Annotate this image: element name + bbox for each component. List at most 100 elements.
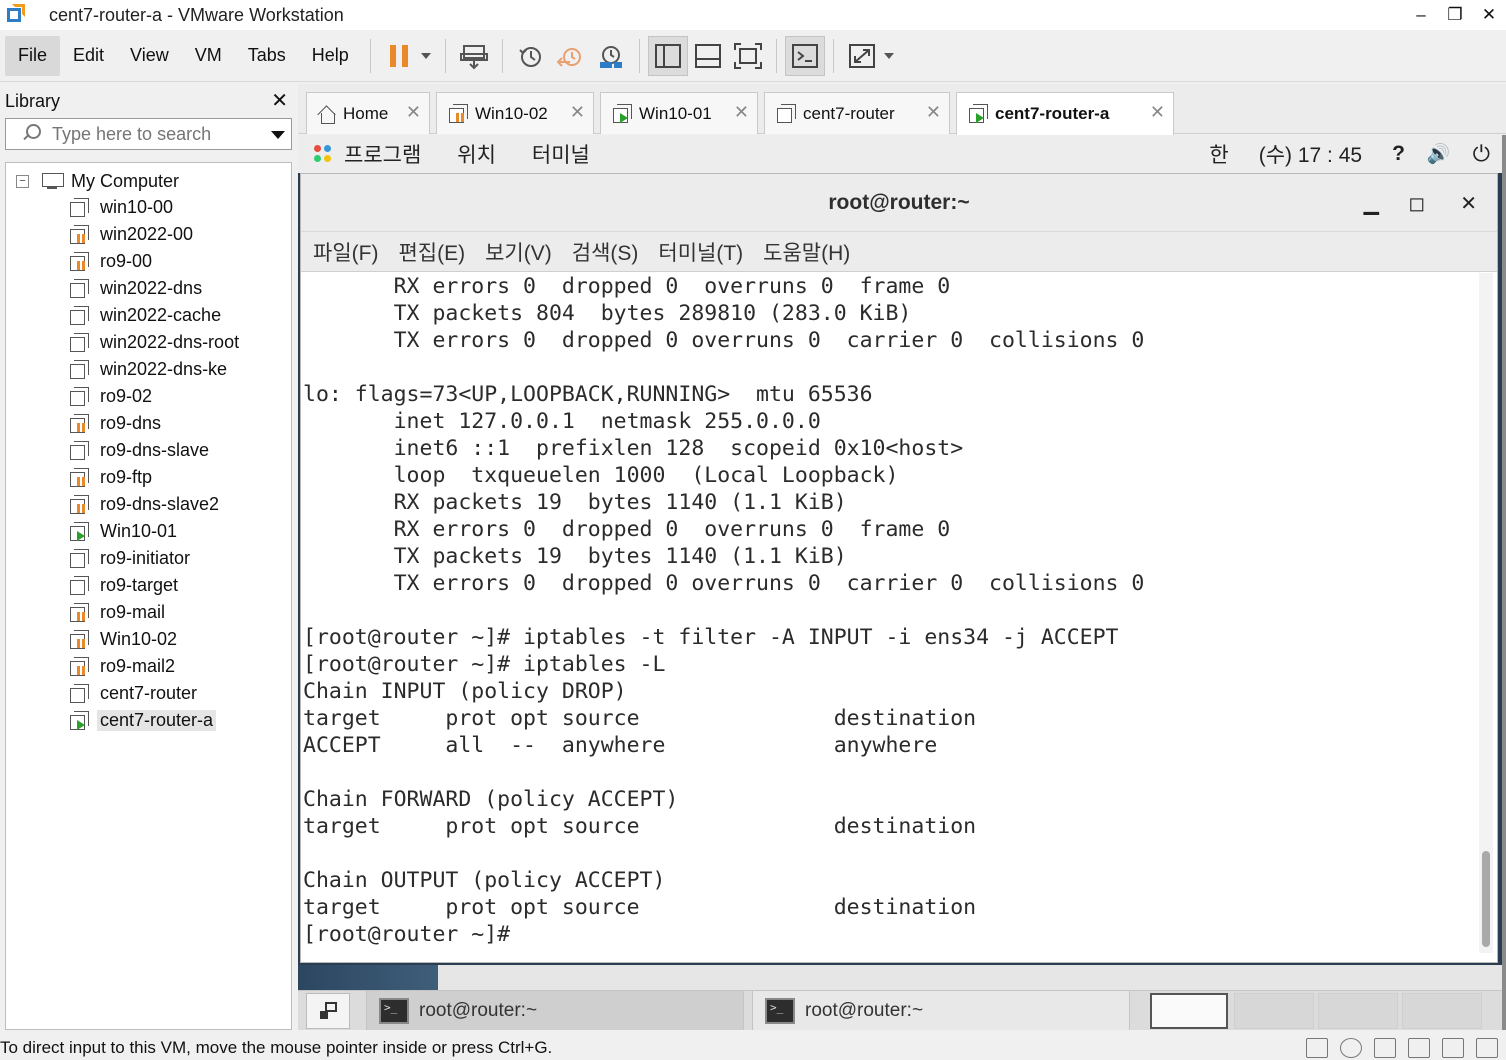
terminal-minimize-button[interactable]: ▁: [1364, 174, 1379, 232]
vm-list-item[interactable]: ro9-initiator: [68, 545, 242, 572]
vm-list-item-label: cent7-router-a: [97, 710, 217, 731]
network-adapter-2-icon[interactable]: [1408, 1038, 1430, 1058]
vm-paused-icon: [68, 602, 90, 624]
network-help-icon[interactable]: ?: [1392, 142, 1405, 166]
tab-home[interactable]: Home ✕: [306, 92, 430, 134]
tree-root-my-computer[interactable]: − My Computer: [16, 168, 179, 194]
close-button[interactable]: ✕: [1472, 0, 1506, 30]
tab-close-button[interactable]: ✕: [406, 102, 421, 123]
tab-close-button[interactable]: ✕: [1150, 102, 1165, 123]
vm-list-item[interactable]: win10-00: [68, 194, 242, 221]
vm-scrollbar[interactable]: [1502, 135, 1506, 1030]
tab-vm[interactable]: cent7-router-a ✕: [956, 92, 1174, 135]
stretch-dropdown-arrow[interactable]: [883, 52, 894, 59]
terminal-menu-terminal[interactable]: 터미널(T): [648, 237, 753, 267]
network-adapter-3-icon[interactable]: [1442, 1038, 1464, 1058]
vm-list-item[interactable]: ro9-02: [68, 383, 242, 410]
vm-list-item[interactable]: ro9-00: [68, 248, 242, 275]
revert-snapshot-button[interactable]: [551, 36, 591, 76]
tab-vm[interactable]: cent7-router ✕: [764, 92, 950, 134]
collapse-icon[interactable]: −: [16, 174, 29, 188]
message-log-icon[interactable]: [1476, 1038, 1498, 1058]
search-dropdown-arrow[interactable]: [271, 131, 285, 139]
clock[interactable]: (수) 17 : 45: [1259, 139, 1362, 169]
show-library-button[interactable]: [647, 35, 688, 76]
full-screen-button[interactable]: [728, 36, 768, 76]
tab-vm[interactable]: Win10-02 ✕: [436, 92, 594, 134]
terminal-window[interactable]: root@router:~ ▁ ◻ ✕ 파일(F) 편집(E) 보기(V) 검색…: [300, 173, 1498, 963]
snapshot-manager-button[interactable]: [591, 36, 631, 76]
terminal-menu-help[interactable]: 도움말(H): [753, 237, 860, 267]
vm-list-item-label: ro9-mail2: [100, 656, 176, 676]
input-method-indicator[interactable]: 한: [1209, 139, 1228, 169]
gnome-menu-applications[interactable]: 프로그램: [334, 139, 439, 169]
send-ctrl-alt-del-button[interactable]: [454, 36, 494, 76]
hard-disk-icon[interactable]: [1306, 1038, 1328, 1058]
library-search-input[interactable]: [52, 123, 252, 145]
menu-edit[interactable]: Edit: [60, 36, 117, 76]
vm-list-item[interactable]: Win10-02: [68, 626, 242, 653]
vm-list-item[interactable]: win2022-cache: [68, 302, 242, 329]
terminal-title-bar: root@router:~ ▁ ◻ ✕: [301, 174, 1497, 232]
gnome-menu-terminal[interactable]: 터미널: [514, 139, 608, 169]
gnome-menu-places[interactable]: 위치: [439, 139, 514, 169]
workspace-2[interactable]: [1234, 992, 1314, 1029]
menu-view[interactable]: View: [117, 36, 182, 76]
terminal-menu-file[interactable]: 파일(F): [303, 237, 388, 267]
minimize-button[interactable]: –: [1404, 0, 1438, 30]
maximize-button[interactable]: ❐: [1438, 0, 1472, 30]
vm-list-item[interactable]: cent7-router: [68, 680, 242, 707]
terminal-maximize-button[interactable]: ◻: [1408, 174, 1425, 232]
workspace-3[interactable]: [1318, 992, 1398, 1029]
vm-running-icon: [68, 710, 90, 732]
vm-list-item[interactable]: ro9-dns-slave2: [68, 491, 242, 518]
terminal-close-button[interactable]: ✕: [1460, 174, 1477, 232]
terminal-menu-view[interactable]: 보기(V): [475, 237, 562, 267]
library-close-button[interactable]: ✕: [271, 88, 288, 113]
vm-list-item[interactable]: ro9-ftp: [68, 464, 242, 491]
tab-close-button[interactable]: ✕: [926, 102, 941, 123]
vm-list-item[interactable]: ro9-mail: [68, 599, 242, 626]
pause-button[interactable]: [379, 36, 419, 76]
snapshot-button[interactable]: [511, 36, 551, 76]
power-dropdown-arrow[interactable]: [420, 52, 431, 59]
taskbar-item-terminal-1[interactable]: root@router:~: [366, 989, 744, 1030]
network-adapter-icon[interactable]: [1374, 1038, 1396, 1058]
terminal-scrollbar[interactable]: [1479, 273, 1493, 953]
volume-icon[interactable]: 🔊: [1427, 142, 1451, 166]
menu-help[interactable]: Help: [299, 36, 362, 76]
tab-close-button[interactable]: ✕: [570, 102, 585, 123]
tab-close-button[interactable]: ✕: [734, 102, 749, 123]
cd-drive-icon[interactable]: [1340, 1038, 1362, 1058]
vm-list-item-label: Win10-01: [100, 521, 178, 541]
taskbar-item-terminal-2[interactable]: root@router:~: [752, 989, 1130, 1030]
show-thumbnail-bar-button[interactable]: [688, 36, 728, 76]
menu-file[interactable]: File: [5, 35, 61, 76]
workspace-4[interactable]: [1402, 992, 1482, 1029]
vm-list-item[interactable]: win2022-dns: [68, 275, 242, 302]
terminal-scrollbar-thumb[interactable]: [1482, 851, 1490, 947]
terminal-output[interactable]: RX errors 0 dropped 0 overruns 0 frame 0…: [301, 273, 1479, 953]
vm-list-item[interactable]: ro9-dns-slave: [68, 437, 242, 464]
workspace-1[interactable]: [1150, 992, 1228, 1029]
send-keys-icon: [459, 44, 488, 69]
menu-vm[interactable]: VM: [182, 36, 235, 76]
vm-list-item[interactable]: win2022-dns-root: [68, 329, 242, 356]
vm-list-item[interactable]: cent7-router-a: [68, 707, 242, 734]
power-icon[interactable]: ⏻: [1473, 141, 1490, 167]
vm-list-item[interactable]: win2022-dns-ke: [68, 356, 242, 383]
terminal-menu-edit[interactable]: 편집(E): [388, 237, 475, 267]
stretch-guest-button[interactable]: [842, 36, 882, 76]
vm-list-item[interactable]: ro9-target: [68, 572, 242, 599]
vm-list-item[interactable]: ro9-mail2: [68, 653, 242, 680]
guest-screen[interactable]: 프로그램 위치 터미널 한 (수) 17 : 45 ? 🔊 ⏻ root@rou…: [298, 135, 1502, 1030]
show-desktop-button[interactable]: [306, 992, 350, 1029]
vm-list-item[interactable]: Win10-01: [68, 518, 242, 545]
menu-tabs[interactable]: Tabs: [235, 36, 299, 76]
console-view-button[interactable]: [784, 35, 825, 76]
terminal-menu-search[interactable]: 검색(S): [562, 237, 649, 267]
vm-list-item[interactable]: ro9-dns: [68, 410, 242, 437]
tab-vm[interactable]: Win10-01 ✕: [600, 92, 758, 134]
vm-list-item[interactable]: win2022-00: [68, 221, 242, 248]
